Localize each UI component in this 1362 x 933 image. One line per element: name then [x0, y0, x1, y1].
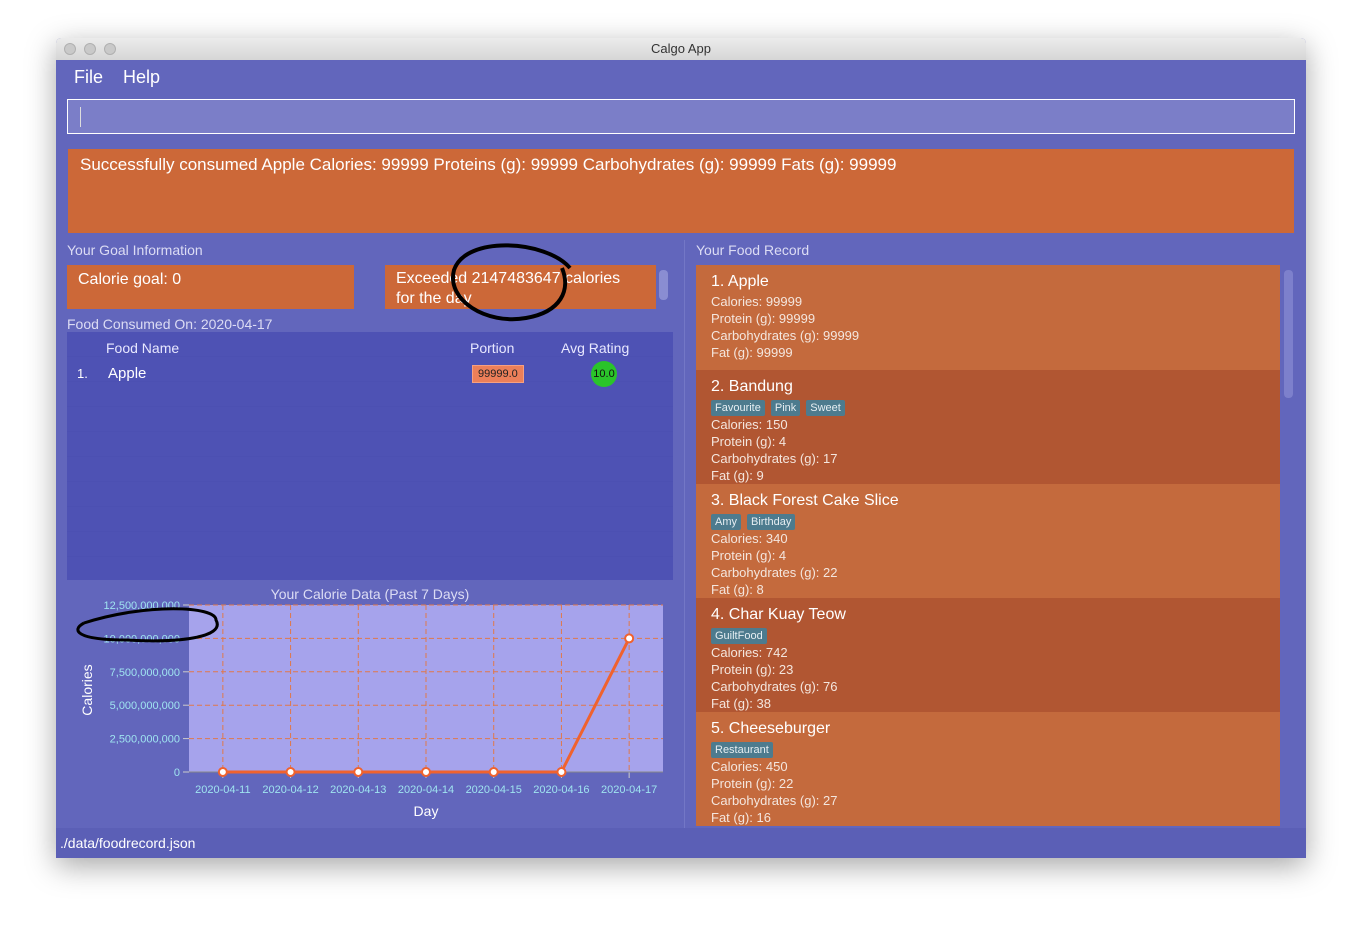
tag: Restaurant [711, 742, 773, 758]
food-calories: Calories: 99999 [711, 294, 803, 309]
food-record-card[interactable]: 4. Char Kuay Teow GuiltFood Calories: 742 P… [696, 598, 1280, 712]
col-avg-rating: Avg Rating [561, 340, 630, 356]
record-scrollbar[interactable] [1284, 270, 1293, 398]
x-tick-label: 2020-04-13 [330, 784, 386, 796]
command-input[interactable] [67, 99, 1295, 134]
food-protein: Protein (g): 4 [711, 434, 787, 449]
food-protein: Protein (g): 4 [711, 548, 787, 563]
food-carbs: Carbohydrates (g): 22 [711, 565, 838, 580]
x-tick-label: 2020-04-17 [601, 784, 657, 796]
col-food-name: Food Name [106, 340, 180, 356]
x-tick-label: 2020-04-11 [195, 784, 250, 796]
x-tick-label: 2020-04-16 [533, 784, 589, 796]
food-fat: Fat (g): 16 [711, 810, 771, 825]
food-record-card[interactable]: 1. Apple Calories: 99999 Protein (g): 9999… [696, 265, 1280, 370]
food-calories: Calories: 340 [711, 531, 788, 546]
table-row[interactable]: 1. Apple 99999.0 10.0 [67, 360, 673, 387]
app-window: Calgo App File Help Successfully consume… [56, 38, 1306, 858]
text-caret [80, 107, 81, 127]
y-tick-label: 2,500,000,000 [110, 734, 180, 746]
close-window-button[interactable] [64, 43, 76, 55]
food-name: 5. Cheeseburger [711, 720, 831, 737]
tag: Sweet [806, 400, 845, 416]
x-tick-label: 2020-04-15 [466, 784, 522, 796]
zoom-window-button[interactable] [104, 43, 116, 55]
result-display: Successfully consumed Apple Calories: 99… [68, 149, 1294, 233]
y-axis-label: Calories [79, 664, 95, 715]
food-calories: Calories: 742 [711, 645, 788, 660]
food-protein: Protein (g): 23 [711, 662, 794, 677]
row-index: 1. [77, 366, 88, 381]
tag: Favourite [711, 400, 765, 416]
data-point [353, 767, 364, 777]
food-carbs: Carbohydrates (g): 76 [711, 679, 838, 694]
data-point [285, 767, 296, 777]
food-carbs: Carbohydrates (g): 27 [711, 793, 838, 808]
tag: Birthday [747, 514, 796, 530]
food-name: 1. Apple [711, 273, 769, 290]
food-record-panel: 1. Apple Calories: 99999 Protein (g): 9999… [684, 240, 1306, 828]
food-fat: Fat (g): 8 [711, 582, 764, 597]
food-calories: Calories: 150 [711, 417, 788, 432]
menu-help[interactable]: Help [123, 67, 160, 88]
food-record-card[interactable]: 3. Black Forest Cake Slice Amy Birthday Cal… [696, 484, 1280, 598]
data-point [421, 767, 431, 777]
food-fat: Fat (g): 9 [711, 468, 764, 483]
status-bar: ./data/foodrecord.json [56, 828, 1306, 858]
tag-list: Favourite Pink Sweet [711, 398, 1265, 416]
tag: Amy [711, 514, 741, 530]
food-protein: Protein (g): 99999 [711, 311, 816, 326]
food-fat: Fat (g): 99999 [711, 345, 793, 360]
y-tick-label: 5,000,000,000 [110, 700, 180, 712]
food-fat: Fat (g): 38 [711, 696, 771, 711]
row-rating: 10.0 [591, 361, 617, 387]
tag: Pink [770, 400, 801, 416]
food-carbs: Carbohydrates (g): 99999 [711, 328, 860, 343]
y-tick-label: 7,500,000,000 [110, 667, 180, 679]
tag-list: Amy Birthday [711, 512, 1265, 530]
consumed-heading: Food Consumed On: 2020-04-17 [67, 316, 273, 332]
food-protein: Protein (g): 22 [711, 776, 794, 791]
handdrawn-annotation-circle [450, 243, 572, 322]
food-calories: Calories: 450 [711, 759, 788, 774]
goal-heading: Your Goal Information [67, 242, 203, 258]
col-portion: Portion [470, 340, 515, 356]
food-record-list: 1. Apple Calories: 99999 Protein (g): 9999… [696, 265, 1280, 828]
calorie-goal: Calorie goal: 0 [67, 265, 354, 309]
tag-list: Restaurant [711, 740, 1265, 758]
food-name: 2. Bandung [711, 378, 793, 395]
data-point [624, 633, 635, 644]
menu-file[interactable]: File [74, 67, 103, 88]
x-axis-label: Day [414, 803, 439, 819]
row-food-name: Apple [108, 365, 147, 382]
y-tick-label: 0 [174, 767, 180, 779]
data-point [488, 767, 499, 777]
x-tick-label: 2020-04-14 [398, 784, 454, 796]
menu-bar: File Help [56, 60, 1306, 94]
minimize-window-button[interactable] [84, 43, 96, 55]
food-carbs: Carbohydrates (g): 17 [711, 451, 838, 466]
food-name: 4. Char Kuay Teow [711, 606, 846, 623]
chart-title: Your Calorie Data (Past 7 Days) [271, 586, 470, 602]
tag: GuiltFood [711, 628, 767, 644]
data-point [556, 767, 567, 777]
row-portion: 99999.0 [472, 365, 524, 383]
food-name: 3. Black Forest Cake Slice [711, 492, 899, 509]
x-tick-label: 2020-04-12 [262, 784, 318, 796]
window-title: Calgo App [651, 41, 711, 56]
food-record-card[interactable]: 2. Bandung Favourite Pink Sweet Calories: 15… [696, 370, 1280, 484]
consumed-table: Food Name Portion Avg Rating 1. Apple 99… [67, 332, 673, 580]
goal-scrollbar[interactable] [656, 265, 672, 309]
tag-list: GuiltFood [711, 626, 1265, 644]
food-record-card[interactable]: 5. Cheeseburger Restaurant Calories: 450 Pr… [696, 712, 1280, 826]
title-bar: Calgo App [56, 38, 1306, 60]
data-point [217, 767, 228, 777]
calorie-chart: Your Calorie Data (Past 7 Days) Calories… [76, 586, 663, 819]
